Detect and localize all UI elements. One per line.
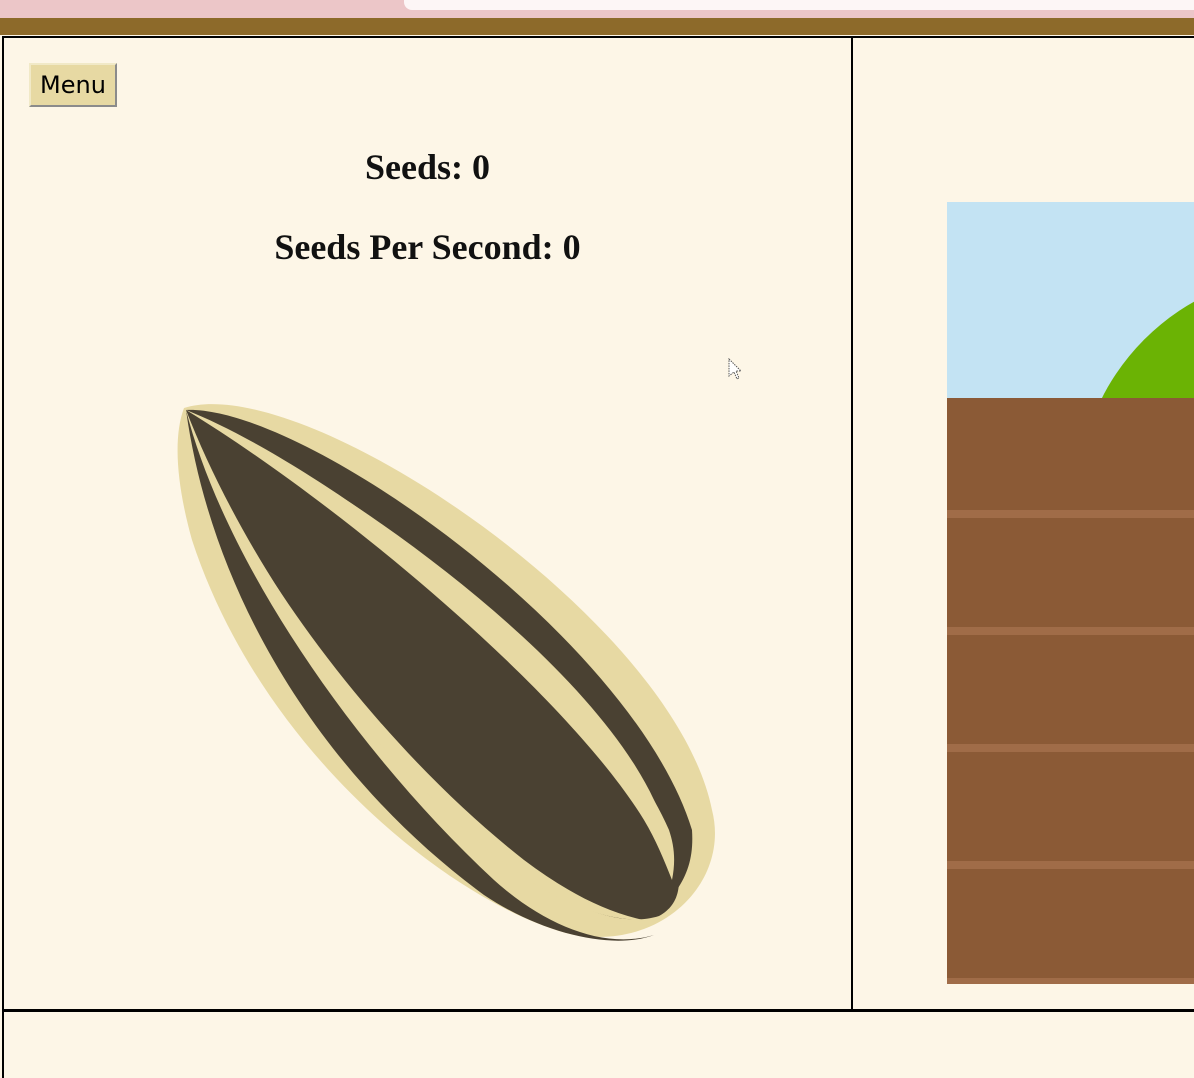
soil-line-1 — [947, 510, 1194, 518]
soil-line-4 — [947, 861, 1194, 869]
soil-line-3 — [947, 744, 1194, 752]
bottom-panel — [2, 1010, 1194, 1078]
menu-button[interactable]: Menu — [29, 63, 117, 107]
mouse-cursor-icon — [728, 358, 743, 380]
seeds-per-second: Seeds Per Second: 0 — [274, 227, 581, 267]
seeds-count: Seeds: 0 — [365, 147, 490, 187]
soil — [947, 398, 1194, 984]
garden-scene — [947, 202, 1194, 984]
clicker-panel: Menu Seeds: 0 Seeds Per Second: 0 — [2, 36, 853, 1011]
header-bar — [0, 18, 1194, 35]
browser-tab-edge — [404, 0, 1194, 10]
browser-top-strip — [0, 0, 1194, 18]
soil-line-2 — [947, 627, 1194, 635]
sunflower-seed-icon[interactable] — [164, 390, 724, 950]
garden-panel — [852, 36, 1194, 1011]
soil-line-5 — [947, 978, 1194, 984]
